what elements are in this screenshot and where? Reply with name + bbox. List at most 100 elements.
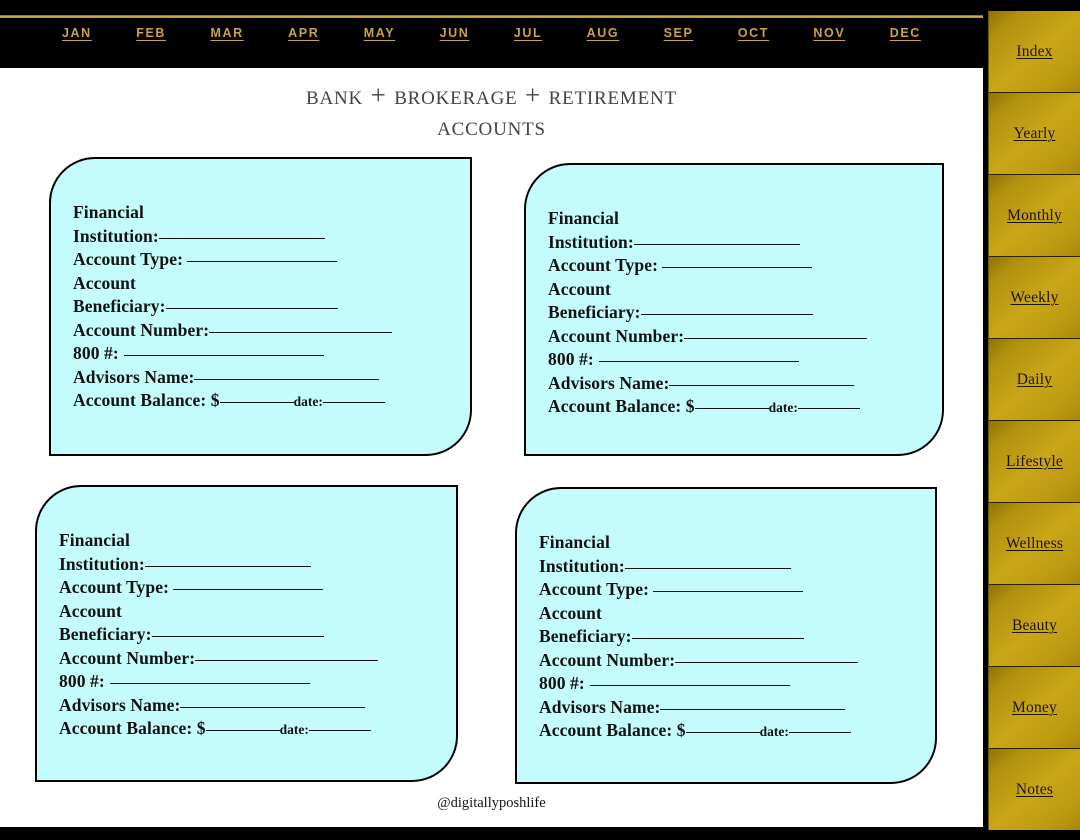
field-toll-free: 800 #:	[73, 342, 456, 366]
field-label-account-type: Account Type:	[539, 579, 650, 599]
field-blank-date[interactable]	[788, 732, 851, 733]
field-blank-beneficiary[interactable]	[151, 636, 324, 637]
field-account-beneficiary-line1: Account	[539, 602, 921, 626]
field-label-account-balance: Account Balance: $	[73, 390, 220, 410]
field-advisors-name: Advisors Name:	[59, 694, 442, 718]
field-label-financial: Financial	[539, 532, 610, 552]
field-label-toll-free: 800 #:	[548, 349, 594, 369]
field-blank-date[interactable]	[322, 402, 385, 403]
field-blank-account-balance[interactable]	[694, 408, 769, 409]
planner-page: JAN FEB MAR APR MAY JUN JUL AUG SEP OCT …	[0, 0, 1080, 840]
field-label-advisors-name: Advisors Name:	[73, 366, 195, 387]
field-blank-account-number[interactable]	[195, 659, 379, 661]
field-account-type: Account Type:	[59, 576, 442, 600]
field-blank-toll-free[interactable]	[589, 685, 790, 686]
side-tab-beauty[interactable]: Beauty	[988, 584, 1080, 666]
field-blank-advisors-name[interactable]	[194, 378, 380, 380]
field-blank-toll-free[interactable]	[123, 355, 324, 356]
field-label-date: date:	[293, 394, 323, 409]
field-blank-institution[interactable]	[633, 243, 800, 245]
side-tab-label: Money	[1012, 698, 1057, 716]
field-financial-institution-line1: Financial	[548, 207, 928, 231]
field-blank-beneficiary[interactable]	[165, 308, 338, 309]
field-blank-account-type[interactable]	[662, 267, 813, 268]
side-tab-notes[interactable]: Notes	[988, 748, 1080, 830]
field-label-account-balance: Account Balance: $	[539, 720, 686, 740]
field-label-advisors-name: Advisors Name:	[539, 696, 661, 717]
side-tab-lifestyle[interactable]: Lifestyle	[988, 420, 1080, 502]
field-advisors-name: Advisors Name:	[73, 366, 456, 390]
field-account-number: Account Number:	[73, 319, 456, 343]
field-blank-advisors-name[interactable]	[180, 706, 366, 708]
field-blank-advisors-name[interactable]	[669, 384, 855, 386]
field-account-beneficiary-line1: Account	[59, 600, 442, 624]
side-tab-money[interactable]: Money	[988, 666, 1080, 748]
field-label-date: date:	[279, 722, 309, 737]
field-blank-account-number[interactable]	[209, 331, 393, 333]
account-card[interactable]: Financial Institution: Account Type: Acc…	[515, 487, 937, 784]
account-field-list: Financial Institution: Account Type: Acc…	[539, 531, 921, 744]
field-blank-account-number[interactable]	[684, 337, 868, 339]
field-account-balance: Account Balance: $ date:	[548, 395, 928, 420]
field-blank-date[interactable]	[308, 730, 371, 731]
field-label-beneficiary: Beneficiary:	[539, 626, 632, 646]
field-blank-account-balance[interactable]	[205, 730, 280, 731]
field-toll-free: 800 #:	[59, 670, 442, 694]
side-tab-rail: Index Yearly Monthly Weekly Daily Lifest…	[983, 0, 1080, 840]
field-advisors-name: Advisors Name:	[548, 372, 928, 396]
field-label-institution: Institution:	[539, 555, 625, 576]
side-tab-strip: Index Yearly Monthly Weekly Daily Lifest…	[988, 10, 1080, 830]
side-tab-label: Notes	[1015, 780, 1054, 798]
field-blank-institution[interactable]	[624, 567, 791, 569]
side-tab-wellness[interactable]: Wellness	[988, 502, 1080, 584]
field-label-account-number: Account Number:	[73, 319, 210, 340]
side-tab-label: Monthly	[1007, 206, 1062, 224]
field-blank-institution[interactable]	[144, 565, 311, 567]
field-blank-toll-free[interactable]	[598, 361, 799, 362]
account-card[interactable]: Financial Institution: Account Type: Acc…	[49, 157, 472, 456]
field-account-number: Account Number:	[548, 325, 928, 349]
field-blank-institution[interactable]	[158, 237, 325, 239]
field-blank-account-type[interactable]	[173, 589, 324, 590]
field-blank-date[interactable]	[797, 408, 860, 409]
account-card[interactable]: Financial Institution: Account Type: Acc…	[35, 485, 458, 782]
side-tab-weekly[interactable]: Weekly	[988, 256, 1080, 338]
field-label-institution: Institution:	[548, 231, 634, 252]
field-account-type: Account Type:	[73, 248, 456, 272]
side-tab-label: Daily	[1016, 370, 1053, 388]
side-tab-index[interactable]: Index	[988, 10, 1080, 92]
side-tab-label: Lifestyle	[1006, 452, 1063, 470]
side-tab-daily[interactable]: Daily	[988, 338, 1080, 420]
field-account-beneficiary-line2: Beneficiary:	[73, 295, 456, 319]
field-label-date: date:	[768, 400, 798, 415]
field-label-account: Account	[59, 600, 122, 621]
field-financial-institution-line1: Financial	[59, 529, 442, 553]
side-tab-yearly[interactable]: Yearly	[988, 92, 1080, 174]
side-tab-monthly[interactable]: Monthly	[988, 174, 1080, 256]
field-blank-beneficiary[interactable]	[631, 638, 804, 639]
field-label-institution: Institution:	[73, 225, 159, 246]
side-tab-label: Weekly	[1010, 288, 1059, 306]
field-label-date: date:	[759, 724, 789, 739]
field-financial-institution-line2: Institution:	[539, 555, 921, 579]
field-label-advisors-name: Advisors Name:	[548, 372, 670, 393]
field-label-financial: Financial	[548, 208, 619, 228]
field-account-beneficiary-line2: Beneficiary:	[59, 623, 442, 647]
side-tab-label: Yearly	[1013, 124, 1056, 142]
field-blank-account-type[interactable]	[187, 261, 338, 262]
field-blank-account-balance[interactable]	[685, 732, 760, 733]
field-account-balance: Account Balance: $ date:	[539, 719, 921, 744]
watermark-handle: @digitallyposhlife	[437, 795, 546, 811]
field-blank-toll-free[interactable]	[109, 683, 310, 684]
field-toll-free: 800 #:	[548, 348, 928, 372]
field-blank-account-balance[interactable]	[219, 402, 294, 403]
field-blank-advisors-name[interactable]	[660, 708, 846, 710]
field-label-toll-free: 800 #:	[59, 671, 105, 691]
field-account-balance: Account Balance: $ date:	[59, 717, 442, 742]
field-blank-beneficiary[interactable]	[640, 314, 813, 315]
field-blank-account-number[interactable]	[675, 661, 859, 663]
side-tab-label: Beauty	[1011, 616, 1058, 634]
account-card[interactable]: Financial Institution: Account Type: Acc…	[524, 163, 944, 456]
field-label-beneficiary: Beneficiary:	[548, 302, 641, 322]
field-blank-account-type[interactable]	[653, 591, 804, 592]
